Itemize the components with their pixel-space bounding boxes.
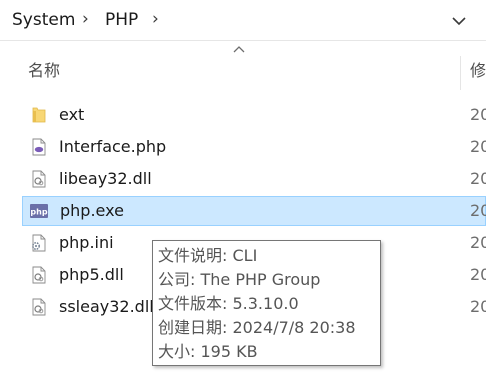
name-column-header[interactable]: 名称 [28,60,60,82]
file-name: php.ini [59,233,114,252]
ini-file-icon [32,234,46,252]
php-file-icon [32,138,46,156]
dll-file-icon [32,266,46,284]
file-name: ext [59,105,85,124]
file-row-php-exe[interactable]: php php.exe 20 [22,196,486,226]
file-explorer-window: System › PHP › 名称 修 ext 20 Interface.php… [0,0,486,384]
file-date: 20 [470,169,486,188]
svg-text:php: php [30,208,47,217]
dll-file-icon [32,170,46,188]
file-name: Interface.php [59,137,167,156]
date-column-header[interactable]: 修 [470,60,486,82]
file-date: 20 [470,105,486,124]
file-row-libeay32-dll[interactable]: libeay32.dll 20 [22,164,486,194]
file-date: 20 [470,137,486,156]
php-exe-icon: php [30,204,48,218]
breadcrumb-php[interactable]: PHP [105,9,138,31]
chevron-right-icon[interactable]: › [82,8,89,30]
file-name: ssleay32.dll [59,297,154,316]
file-date: 20 [470,201,486,220]
file-name: libeay32.dll [59,169,152,188]
tooltip-version: 文件版本: 5.3.10.0 [158,294,299,313]
file-row-ext[interactable]: ext 20 [22,100,486,130]
dll-file-icon [32,298,46,316]
tooltip-created: 创建日期: 2024/7/8 20:38 [158,318,356,337]
tooltip-description: 文件说明: CLI [158,246,258,265]
file-date: 20 [470,265,486,284]
tooltip-size: 大小: 195 KB [158,342,258,361]
file-date: 20 [470,297,486,316]
tooltip-company: 公司: The PHP Group [158,270,321,289]
file-date: 20 [470,233,486,252]
breadcrumb-system[interactable]: System [12,9,75,31]
file-name: php5.dll [59,265,124,284]
column-header: 名称 修 [0,52,486,90]
file-name: php.exe [60,201,124,220]
address-bar[interactable]: System › PHP › [0,0,486,41]
folder-icon [32,107,46,123]
column-divider[interactable] [460,56,461,90]
file-row-interface-php[interactable]: Interface.php 20 [22,132,486,162]
chevron-down-icon[interactable] [446,8,472,34]
chevron-right-icon[interactable]: › [152,8,159,30]
file-info-tooltip: 文件说明: CLI 公司: The PHP Group 文件版本: 5.3.10… [152,240,381,366]
